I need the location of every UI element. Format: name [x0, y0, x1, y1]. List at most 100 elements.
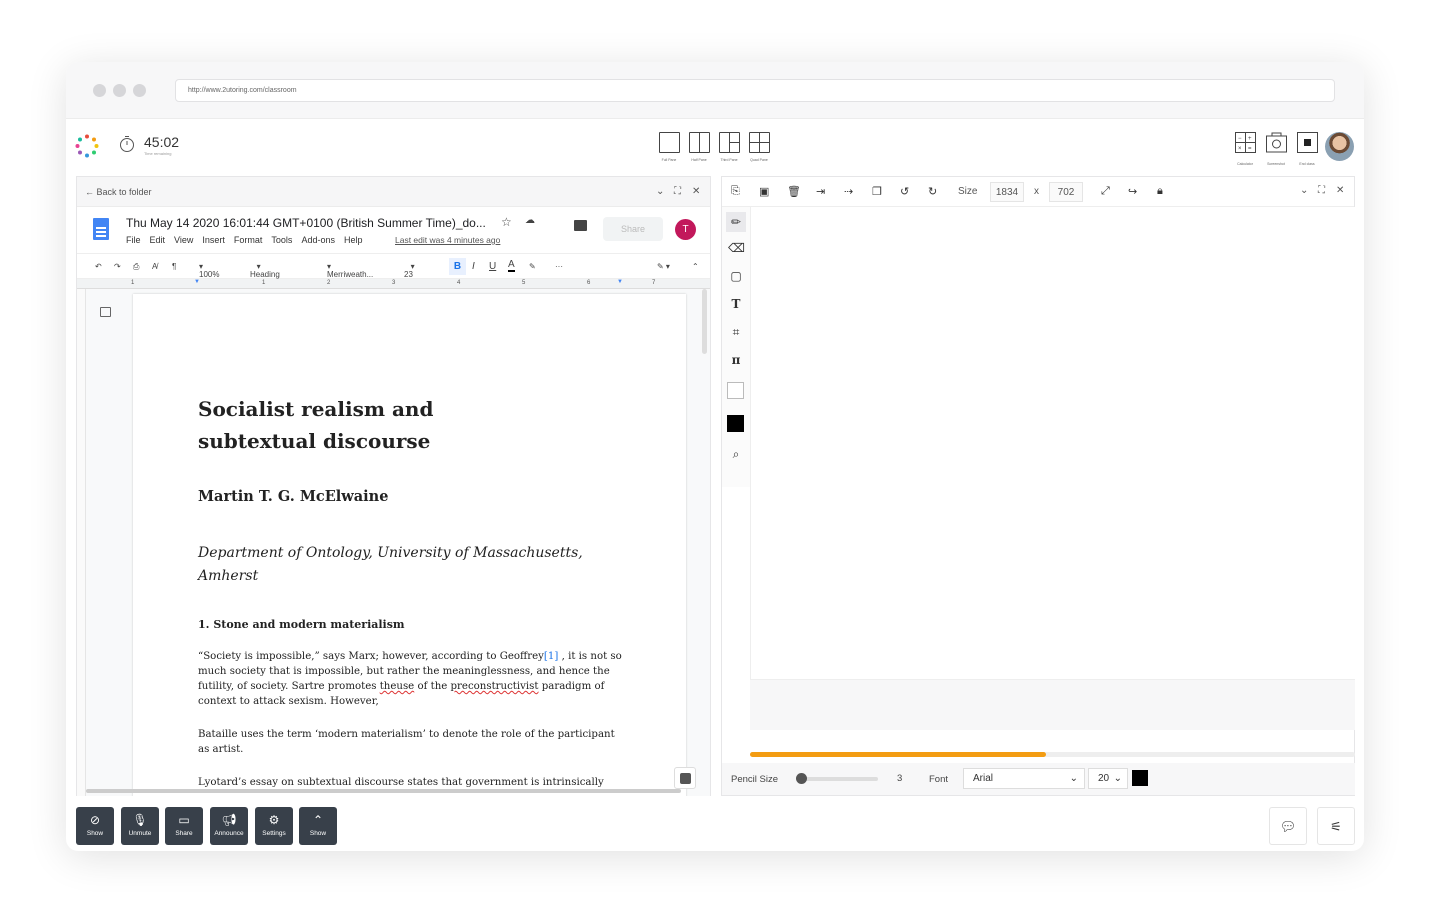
close-icon[interactable]: ✕ [692, 186, 700, 197]
undo-icon[interactable]: ↶ [95, 262, 102, 271]
vertical-scrollbar[interactable] [702, 289, 707, 354]
expand-icon[interactable]: ⛶ [674, 186, 681, 197]
font-select[interactable]: Merriweath... ▾ [327, 262, 373, 279]
show-video-button[interactable]: ⊘ Show [76, 807, 114, 845]
canvas-width-input[interactable]: 1834 [990, 182, 1024, 202]
calculator-button[interactable]: − + × = Calculator [1232, 132, 1258, 168]
half-pane-button[interactable]: Half Pane [687, 132, 711, 168]
pencil-icon[interactable]: ✏ [726, 212, 746, 232]
window-dot[interactable] [113, 84, 126, 97]
copy-icon[interactable]: ❐ [872, 185, 882, 198]
text-color-button[interactable]: A [508, 259, 515, 272]
load-icon[interactable]: ⇥ [816, 185, 825, 198]
transform-icon[interactable]: ⌗ [728, 325, 744, 341]
star-icon[interactable]: ☆ [501, 215, 512, 229]
bold-button[interactable]: B [449, 258, 466, 275]
chat-button[interactable]: 💬︎ [1269, 807, 1307, 845]
font-select[interactable]: Arial ⌄ [963, 768, 1085, 789]
trash-icon[interactable]: 🗑 [787, 185, 801, 198]
collapse-toolbar-icon[interactable]: ⌃ [692, 262, 699, 271]
collapse-icon[interactable]: ⌄ [656, 186, 664, 197]
explore-button[interactable] [674, 767, 696, 789]
settings-button[interactable]: ⚙ Settings [255, 807, 293, 845]
full-pane-button[interactable]: Full Pane [657, 132, 681, 168]
expand-icon[interactable]: ⛶ [1318, 185, 1325, 196]
stroke-color-swatch[interactable] [727, 415, 744, 432]
fill-color-swatch[interactable] [727, 382, 744, 399]
indent-marker[interactable]: ▼ [617, 279, 623, 285]
menu-view[interactable]: View [174, 235, 193, 245]
resize-icon[interactable]: ⤢ [1101, 185, 1110, 198]
rectangle-icon[interactable]: ▢ [728, 269, 744, 285]
slider-knob[interactable] [796, 773, 807, 784]
save-icon[interactable]: ▣ [759, 185, 769, 198]
spellcheck-icon[interactable]: A̸ [152, 262, 157, 271]
screenshot-button[interactable]: Screenshot [1263, 132, 1289, 168]
menu-tools[interactable]: Tools [271, 235, 292, 245]
window-dot[interactable] [93, 84, 106, 97]
gear-icon: ⚙ [268, 813, 280, 827]
paint-format-icon[interactable]: ¶ [172, 262, 176, 271]
user-avatar-initial[interactable]: T [675, 219, 696, 240]
canvas-height-input[interactable]: 702 [1049, 182, 1083, 202]
lock-icon[interactable]: 🔒︎ [1157, 185, 1163, 198]
import-icon[interactable]: ⎘ [731, 185, 740, 198]
zoom-icon[interactable]: ⌕ [728, 447, 744, 463]
share-button[interactable]: Share [603, 217, 663, 241]
outline-icon[interactable] [100, 307, 111, 317]
share-icon[interactable]: ↪ [1128, 185, 1137, 198]
redo-icon[interactable]: ↻ [928, 185, 937, 198]
text-color-swatch[interactable] [1132, 770, 1148, 786]
menu-help[interactable]: Help [344, 235, 363, 245]
zoom-select[interactable]: 100% ▾ [199, 262, 219, 279]
end-class-button[interactable]: End class [1294, 132, 1320, 168]
menu-insert[interactable]: Insert [202, 235, 225, 245]
close-icon[interactable]: ✕ [1336, 185, 1344, 196]
show-more-button[interactable]: ⌃ Show [299, 807, 337, 845]
window-dot[interactable] [133, 84, 146, 97]
menu-addons[interactable]: Add-ons [301, 235, 335, 245]
style-select[interactable]: Heading 1 ▾ [250, 262, 280, 288]
user-avatar[interactable] [1325, 132, 1354, 161]
highlight-icon[interactable]: ✎ [529, 262, 536, 271]
horizontal-scrollbar[interactable] [86, 789, 681, 793]
font-size-select[interactable]: 23 ▾ [404, 262, 415, 279]
menu-format[interactable]: Format [234, 235, 263, 245]
announce-button[interactable]: 📢︎ Announce [210, 807, 248, 845]
pencil-size-slider[interactable] [796, 773, 878, 784]
menu-edit[interactable]: Edit [150, 235, 166, 245]
print-icon[interactable]: ⎙ [133, 262, 139, 272]
editing-mode-icon[interactable]: ✎ ▾ [657, 262, 670, 271]
underline-button[interactable]: U [489, 261, 496, 272]
text-tool-icon[interactable]: T [728, 297, 744, 313]
collapse-icon[interactable]: ⌄ [1300, 185, 1308, 196]
quad-pane-button[interactable]: Quad Pane [747, 132, 771, 168]
document-page[interactable]: Socialist realism and subtextual discour… [133, 294, 686, 796]
more-button[interactable]: ··· [555, 262, 563, 271]
math-icon[interactable]: π [728, 353, 744, 369]
menu-file[interactable]: File [126, 235, 141, 245]
back-to-folder-link[interactable]: ← Back to folder [85, 187, 152, 197]
cloud-icon[interactable]: ☁ [525, 215, 535, 226]
italic-button[interactable]: I [472, 261, 475, 272]
comments-icon[interactable] [574, 220, 587, 231]
docs-icon[interactable] [93, 218, 109, 240]
indent-marker[interactable]: ▼ [194, 279, 200, 285]
font-size-select[interactable]: 20 ⌄ [1088, 768, 1128, 789]
third-pane-button[interactable]: Third Pane [717, 132, 741, 168]
export-icon[interactable]: ⇢ [844, 185, 853, 198]
citation-link[interactable]: [1] [544, 651, 558, 662]
spelling-error[interactable]: preconstructivist [451, 681, 539, 692]
redo-icon[interactable]: ↷ [114, 262, 121, 271]
unmute-button[interactable]: 🎙︎ Unmute [121, 807, 159, 845]
share-screen-button[interactable]: ▭ Share [165, 807, 203, 845]
url-bar[interactable]: http://www.2utoring.com/classroom [175, 79, 1335, 102]
doc-title[interactable]: Thu May 14 2020 16:01:44 GMT+0100 (Briti… [126, 216, 486, 230]
drawing-canvas[interactable] [750, 207, 1355, 680]
eraser-icon[interactable]: ⌫ [728, 241, 745, 257]
sliders-icon: ⚟ [1330, 819, 1342, 834]
controls-button[interactable]: ⚟ [1317, 807, 1355, 845]
last-edit-link[interactable]: Last edit was 4 minutes ago [395, 235, 500, 245]
undo-icon[interactable]: ↺ [900, 185, 909, 198]
spelling-error[interactable]: theuse [380, 681, 415, 692]
